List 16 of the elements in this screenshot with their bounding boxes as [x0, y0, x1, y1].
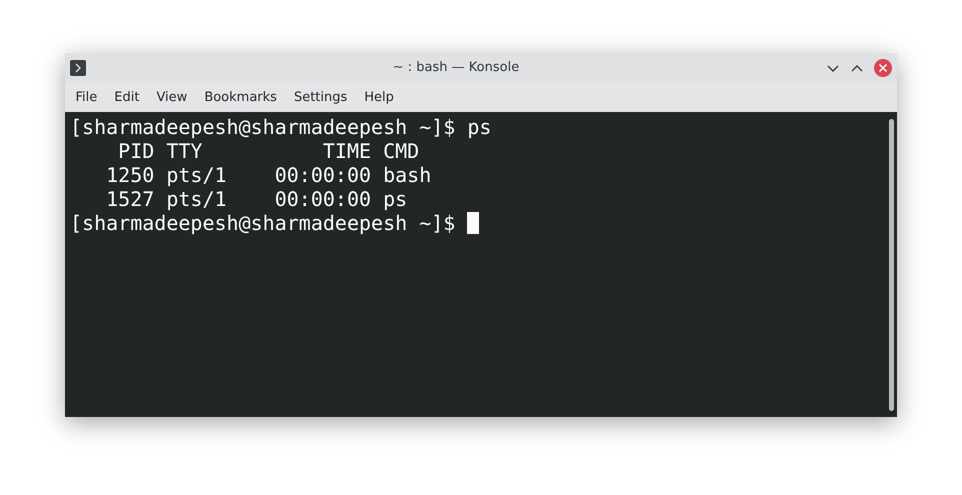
menu-item[interactable]: Edit [106, 90, 148, 104]
terminal-line: [sharmadeepesh@sharmadeepesh ~]$ ps [70, 115, 492, 139]
menu-item[interactable]: Settings [285, 90, 356, 104]
terminal-line: PID TTY TIME CMD [117, 139, 420, 163]
terminal-line: 1527 pts/1 00:00:00 ps [105, 187, 408, 211]
menu-item[interactable]: File [67, 90, 106, 104]
terminal-line: 1250 pts/1 00:00:00 bash [105, 163, 432, 187]
terminal-icon [70, 60, 86, 76]
menu-item[interactable]: Help [356, 90, 402, 104]
window-title: ~ : bash — Konsole [392, 60, 520, 75]
terminal-area[interactable]: [sharmadeepesh@sharmadeepesh ~]$ ps PID TTY TIME CMD 1250 pts/1 00:00:00 bash 1527 pts/1 00:00:00 ps [sharmadeepesh@sharmadeepesh ~]$ [65, 112, 897, 417]
scrollbar[interactable] [888, 119, 894, 411]
menu-item[interactable]: Bookmarks [196, 90, 286, 104]
close-button[interactable] [874, 58, 892, 76]
terminal-line: [sharmadeepesh@sharmadeepesh ~]$ [70, 211, 456, 235]
menu-item[interactable]: View [148, 90, 196, 104]
